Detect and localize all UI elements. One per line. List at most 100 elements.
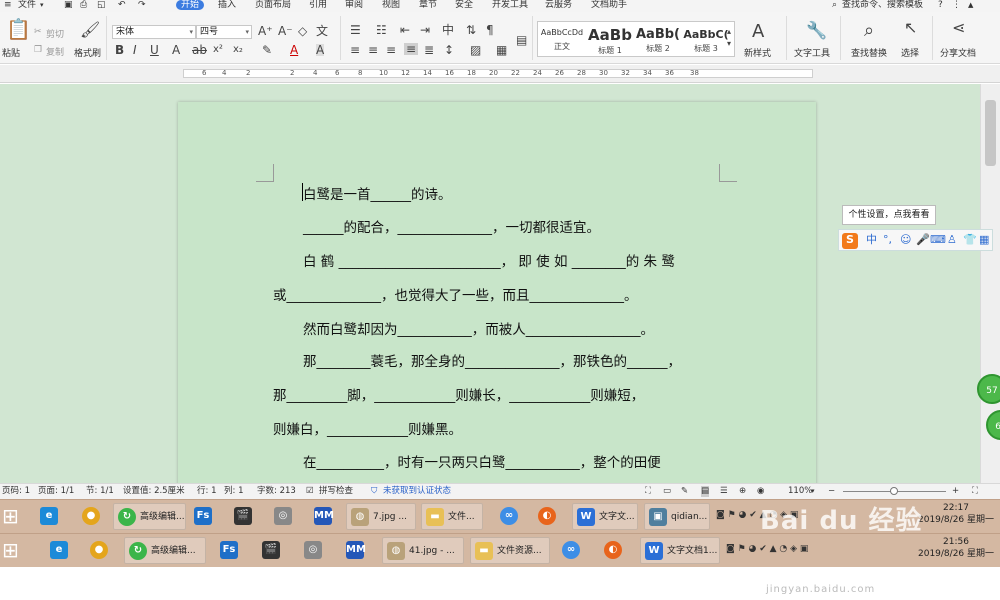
shrink-font-icon[interactable]: A⁻ <box>278 25 293 37</box>
select-icon[interactable]: ↖ <box>904 20 917 36</box>
cut-icon[interactable]: ✂ <box>34 26 42 38</box>
tab-security[interactable]: 安全 <box>455 0 473 10</box>
tab-chapter[interactable]: 章节 <box>419 0 437 10</box>
tab-view[interactable]: 视图 <box>382 0 400 10</box>
justify-icon[interactable]: ≡ <box>404 43 419 55</box>
taskbar-camera[interactable]: ◎ <box>298 537 328 564</box>
align-center-icon[interactable]: ≡ <box>368 44 378 56</box>
preview-icon[interactable]: ◱ <box>97 0 106 10</box>
doc-line[interactable]: ______的配合，______________，一切都很适宜。 <box>303 219 600 237</box>
fullscreen-icon[interactable]: ⛶ <box>645 486 651 497</box>
phonetic-icon[interactable]: 文 <box>316 25 328 37</box>
text-box-icon[interactable]: ▤ <box>516 34 527 46</box>
line-spacing-icon[interactable]: ↕ <box>444 44 454 56</box>
taskbar-item[interactable]: ▬ 文件... <box>421 503 483 530</box>
doc-line[interactable]: 在__________，时有一只两只白鹭___________，整个的田便 <box>303 454 661 472</box>
tab-review[interactable]: 审阅 <box>345 0 363 10</box>
taskbar-ie[interactable]: e <box>34 503 64 530</box>
print-icon[interactable]: ⎙ <box>80 0 87 10</box>
taskbar-item[interactable]: ↻ 高级编辑... <box>113 503 186 530</box>
windows-start-icon[interactable]: ⊞ <box>2 504 26 528</box>
char-shading-icon[interactable]: A <box>316 44 325 56</box>
word-count[interactable]: 字数: 213 <box>257 486 296 497</box>
bullet-list-icon[interactable]: ☰ <box>350 24 361 36</box>
help-icon[interactable]: ? <box>938 0 943 10</box>
taskbar-item[interactable]: ◍ 41.jpg - ... <box>382 537 464 564</box>
save-icon[interactable]: ▣ <box>64 0 73 10</box>
web-view-icon[interactable]: ⊕ <box>739 486 746 497</box>
chinese-layout-icon[interactable]: 中 <box>442 24 454 36</box>
style-heading-2[interactable]: AaBb( 标题 2 <box>634 22 682 56</box>
new-style-button[interactable]: 新样式 <box>744 46 771 59</box>
auth-status[interactable]: 未获取到认证状态 <box>383 486 451 497</box>
chevron-down-icon[interactable]: ▾ <box>40 0 44 10</box>
format-dropdown-icon[interactable]: A <box>172 44 180 56</box>
zoom-slider-handle[interactable] <box>890 487 898 495</box>
format-painter-button[interactable]: 格式刷 <box>74 46 101 59</box>
skin-icon[interactable]: 👕 <box>963 233 977 247</box>
wrench-icon[interactable]: 🔧 <box>806 22 827 40</box>
share-doc-button[interactable]: 分享文档 <box>940 46 976 59</box>
sogou-logo-icon[interactable]: S <box>842 233 858 249</box>
zoom-level[interactable]: 110% <box>788 486 812 497</box>
borders-icon[interactable]: ▦ <box>496 44 507 56</box>
underline-icon[interactable]: U <box>150 44 159 56</box>
taskbar-item[interactable]: ↻ 高级编辑... <box>124 537 206 564</box>
command-search[interactable]: 查找命令、搜索模板 <box>842 0 923 10</box>
page-view-icon[interactable]: ▭ <box>663 486 671 497</box>
taskbar-baidu-cloud[interactable]: ∞ <box>556 537 586 564</box>
show-marks-icon[interactable]: ¶ <box>486 24 494 36</box>
tab-developer[interactable]: 开发工具 <box>492 0 528 10</box>
taskbar-item[interactable]: ▣ qidian... <box>644 503 710 530</box>
doc-line[interactable]: 白 鹤 ________________________， 即 使 如 ____… <box>303 253 675 271</box>
taskbar-chrome[interactable]: ● <box>76 503 106 530</box>
italic-icon[interactable]: I <box>133 44 137 56</box>
doc-line[interactable]: 那_________脚，____________则嫌长，____________… <box>273 387 644 405</box>
find-replace-button[interactable]: 查找替换 <box>851 46 887 59</box>
taskbar-baidu-cloud[interactable]: ∞ <box>494 503 524 530</box>
align-right-icon[interactable]: ≡ <box>386 44 396 56</box>
taskbar-item[interactable]: ▬ 文件资源... <box>470 537 550 564</box>
distribute-icon[interactable]: ≣ <box>424 44 434 56</box>
cut-button[interactable]: 剪切 <box>46 27 64 40</box>
doc-line[interactable]: 白鹭是一首______的诗。 <box>303 186 452 204</box>
style-scroll-down-icon[interactable]: ▾ <box>727 38 731 50</box>
fit-page-icon[interactable]: ⛶ <box>972 486 978 497</box>
share-icon[interactable]: ⋖ <box>952 20 965 36</box>
grow-font-icon[interactable]: A⁺ <box>258 25 273 37</box>
edit-view-icon[interactable]: ✎ <box>681 486 688 497</box>
shading-icon[interactable]: ▨ <box>470 44 481 56</box>
ime-toolbar[interactable]: S 中 °, ☺ 🎤 ⌨ ♙ 👕 ▦ <box>838 229 993 251</box>
style-scroll-up-icon[interactable]: ▴ <box>727 26 731 38</box>
text-tools-button[interactable]: 文字工具 <box>794 46 830 59</box>
zoom-out-icon[interactable]: − <box>828 486 835 497</box>
taskbar-fs[interactable]: Fs <box>188 503 218 530</box>
numbered-list-icon[interactable]: ☷ <box>376 24 387 36</box>
taskbar-clock[interactable]: 22:17 2019/8/26 星期一 <box>918 502 994 526</box>
clear-format-icon[interactable]: ◇ <box>298 25 307 37</box>
windows-start-icon[interactable]: ⊞ <box>2 538 26 562</box>
taskbar-item[interactable]: ◍ 7.jpg ... <box>346 503 416 530</box>
new-style-icon[interactable]: A <box>752 22 764 42</box>
style-heading-3[interactable]: AaBbC( 标题 3 <box>682 22 730 56</box>
tab-cloud[interactable]: 云服务 <box>545 0 572 10</box>
align-left-icon[interactable]: ≡ <box>350 44 360 56</box>
tab-page-layout[interactable]: 页面布局 <box>255 0 291 10</box>
redo-icon[interactable]: ↷ <box>138 0 146 10</box>
taskbar-fs[interactable]: Fs <box>214 537 244 564</box>
hamburger-icon[interactable]: ≡ <box>4 0 12 10</box>
font-name-select[interactable]: 宋体 ▾ <box>112 25 196 39</box>
doc-line[interactable]: 则嫌白，____________则嫌黑。 <box>273 421 462 439</box>
taskbar-clock[interactable]: 21:56 2019/8/26 星期一 <box>918 536 994 560</box>
undo-icon[interactable]: ↶ <box>118 0 126 10</box>
tab-insert[interactable]: 插入 <box>218 0 236 10</box>
sort-icon[interactable]: ⇅ <box>466 24 476 36</box>
paste-icon[interactable]: 📋 <box>6 18 31 40</box>
taskbar-video[interactable]: 🎬 <box>228 503 258 530</box>
chevron-down-icon[interactable]: ▾ <box>811 486 815 497</box>
horizontal-ruler[interactable]: 6 4 2 2 4 6 8 10 12 14 16 18 20 22 24 26… <box>0 65 1000 83</box>
taskbar-firefox[interactable]: ◐ <box>532 503 562 530</box>
print-layout-icon[interactable]: ▤ <box>701 486 710 497</box>
taskbar-ie[interactable]: e <box>44 537 74 564</box>
font-size-select[interactable]: 四号 ▾ <box>196 25 252 39</box>
